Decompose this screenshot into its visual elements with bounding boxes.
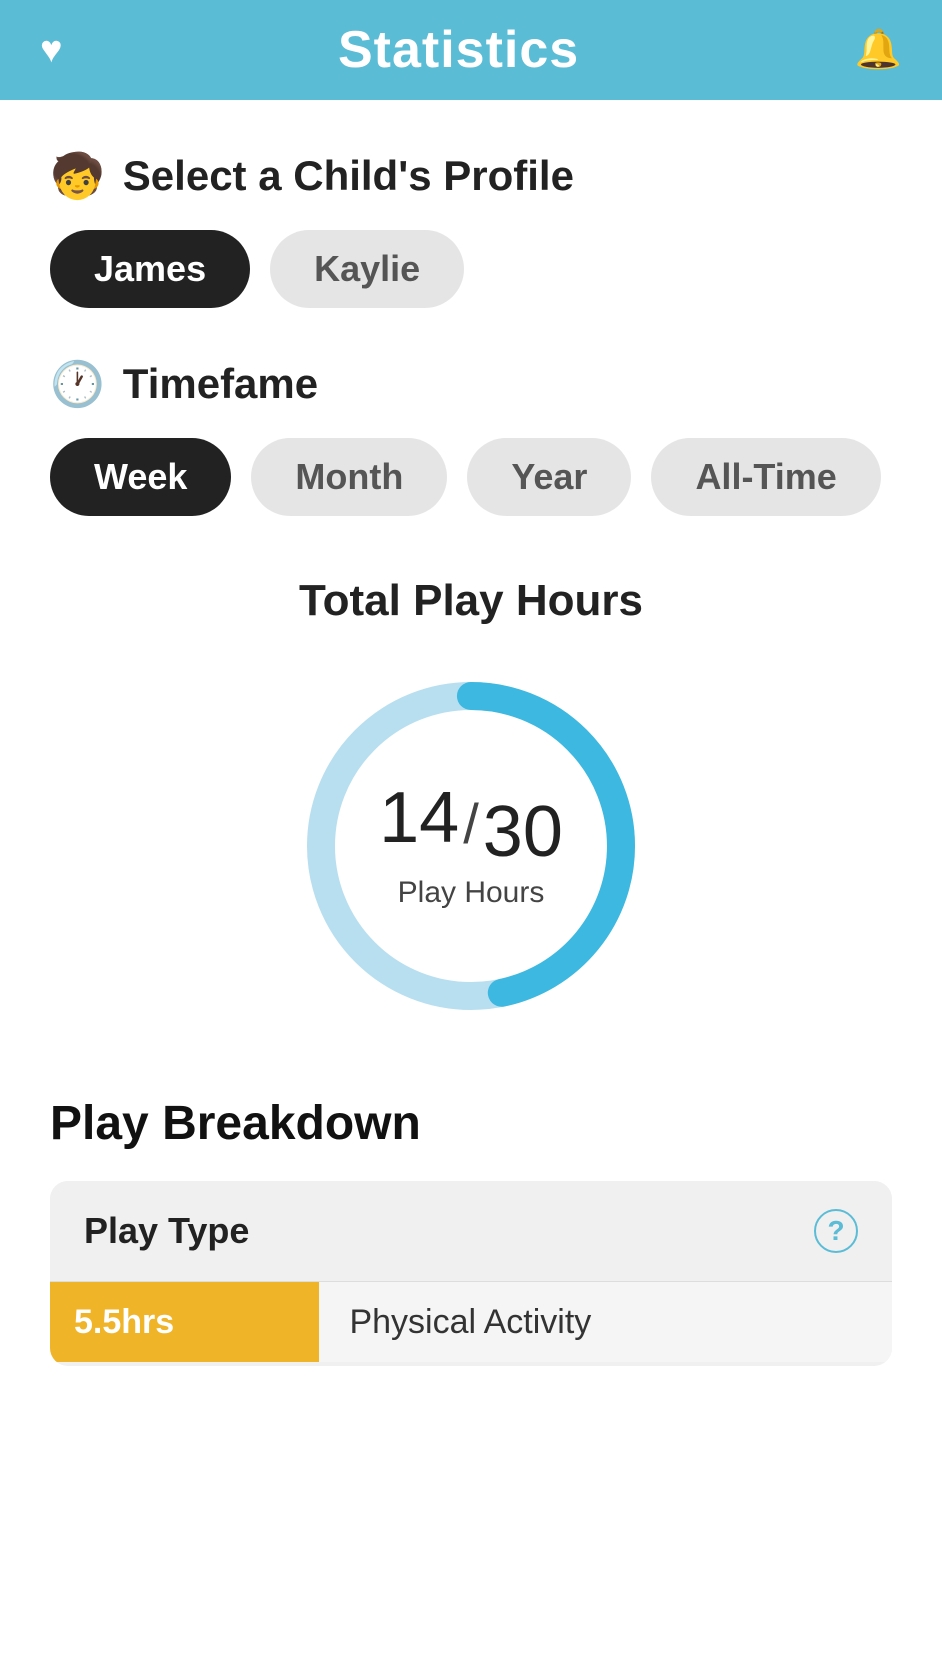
timeframe-pill-week[interactable]: Week <box>50 438 231 516</box>
heart-icon[interactable]: ♥ <box>40 31 63 69</box>
child-icon: 🧒 <box>50 150 105 202</box>
child-pill-james[interactable]: James <box>50 230 250 308</box>
timeframe-pill-month[interactable]: Month <box>251 438 447 516</box>
bell-icon[interactable]: 🔔 <box>855 28 902 72</box>
donut-fraction: 14 / 30 <box>379 782 563 868</box>
child-profile-label: Select a Child's Profile <box>123 152 574 200</box>
play-hours-section: Total Play Hours 14 / 30 Play Hours <box>0 576 942 1026</box>
play-hours-title: Total Play Hours <box>299 576 643 626</box>
timeframe-pill-year[interactable]: Year <box>467 438 631 516</box>
donut-slash: / <box>463 796 479 852</box>
timeframe-pill-alltime[interactable]: All-Time <box>651 438 880 516</box>
child-selector: James Kaylie <box>50 230 892 308</box>
child-pill-kaylie[interactable]: Kaylie <box>270 230 464 308</box>
clock-icon: 🕐 <box>50 358 105 410</box>
donut-numerator: 14 <box>379 782 459 854</box>
breakdown-bar: 5.5hrs <box>50 1282 319 1362</box>
breakdown-section: Play Breakdown Play Type ? 5.5hrs Physic… <box>0 1096 942 1366</box>
donut-center: 14 / 30 Play Hours <box>379 782 563 910</box>
timeframe-selector: Week Month Year All-Time <box>50 438 892 516</box>
child-profile-heading: 🧒 Select a Child's Profile <box>50 150 892 202</box>
app-header: ♥ Statistics 🔔 <box>0 0 942 100</box>
donut-label: Play Hours <box>398 876 545 910</box>
help-icon[interactable]: ? <box>814 1209 858 1253</box>
timeframe-heading: 🕐 Timefame <box>50 358 892 410</box>
breakdown-row-label: Physical Activity <box>319 1282 892 1362</box>
donut-denominator: 30 <box>483 796 563 868</box>
page-title: Statistics <box>338 20 579 80</box>
donut-chart: 14 / 30 Play Hours <box>291 666 651 1026</box>
breakdown-title: Play Breakdown <box>50 1096 892 1151</box>
main-content: 🧒 Select a Child's Profile James Kaylie … <box>0 100 942 516</box>
breakdown-card-header-text: Play Type <box>84 1210 249 1252</box>
breakdown-row: 5.5hrs Physical Activity <box>50 1282 892 1362</box>
timeframe-section: 🕐 Timefame Week Month Year All-Time <box>50 358 892 516</box>
timeframe-label: Timefame <box>123 360 318 408</box>
breakdown-bar-hours: 5.5hrs <box>74 1303 174 1342</box>
breakdown-activity-label: Physical Activity <box>349 1303 591 1342</box>
breakdown-card: Play Type ? 5.5hrs Physical Activity <box>50 1181 892 1366</box>
breakdown-card-header: Play Type ? <box>50 1181 892 1282</box>
